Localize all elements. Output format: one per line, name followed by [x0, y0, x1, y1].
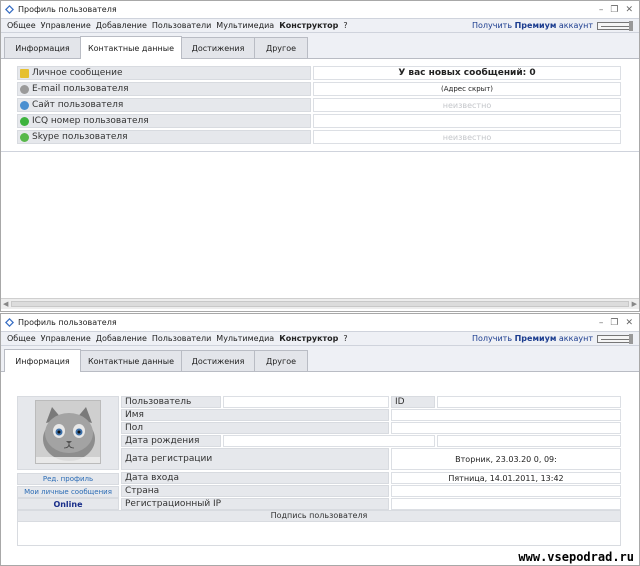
value-name	[391, 409, 621, 421]
zoom-slider[interactable]	[597, 333, 633, 344]
menu-item-users[interactable]: Пользователи	[152, 334, 211, 343]
value-gender	[391, 422, 621, 434]
contact-row-email: E-mail пользователя (Адрес скрыт)	[17, 82, 621, 96]
message-value: У вас новых сообщений: 0	[313, 66, 621, 80]
tab-info[interactable]: Информация	[4, 349, 81, 372]
label-birthday: Дата рождения	[121, 435, 221, 447]
restore-icon[interactable]: ❐	[610, 318, 618, 328]
watermark: www.vsepodrad.ru	[518, 550, 634, 564]
menu-item-help[interactable]: ?	[343, 21, 347, 30]
contact-row-skype: Skype пользователя неизвестно	[17, 130, 621, 144]
menu-item-constructor[interactable]: Конструктор	[279, 334, 338, 343]
window-title: Профиль пользователя	[18, 318, 117, 327]
envelope-icon	[20, 68, 29, 78]
premium-link[interactable]: Получить Премиум аккаунт	[472, 334, 593, 343]
menu-item-multimedia[interactable]: Мультимедиа	[216, 21, 274, 30]
app-logo-icon	[5, 5, 14, 14]
close-icon[interactable]: ✕	[625, 318, 633, 328]
title-bar: Профиль пользователя – ❐ ✕	[1, 1, 639, 18]
signature-header: Подпись пользователя	[18, 511, 620, 522]
tab-achievements[interactable]: Достижения	[181, 37, 255, 58]
menu-bar: Общее Управление Добавление Пользователи…	[1, 18, 639, 33]
close-icon[interactable]: ✕	[625, 5, 633, 15]
scrollbar-thumb[interactable]	[11, 301, 629, 307]
menu-item-users[interactable]: Пользователи	[152, 21, 211, 30]
restore-icon[interactable]: ❐	[610, 5, 618, 15]
tab-achievements[interactable]: Достижения	[181, 350, 255, 371]
value-birthday	[223, 435, 435, 447]
value-reg-date: Вторник, 23.03.20 0, 09:	[391, 448, 621, 470]
email-icon	[20, 84, 29, 94]
label-id: ID	[391, 396, 435, 408]
label-name: Имя	[121, 409, 389, 421]
contact-row-message: Личное сообщение У вас новых сообщений: …	[17, 66, 621, 80]
online-status: Online	[17, 498, 119, 510]
value-id	[437, 396, 621, 408]
icq-value	[313, 114, 621, 128]
menu-item-general[interactable]: Общее	[7, 21, 36, 30]
menu-item-manage[interactable]: Управление	[41, 21, 91, 30]
my-messages-link[interactable]: Мои личные сообщения	[17, 486, 119, 498]
menu-item-add[interactable]: Добавление	[96, 334, 147, 343]
value-country	[391, 485, 621, 497]
icq-flower-icon	[20, 116, 29, 126]
window-title: Профиль пользователя	[18, 5, 117, 14]
site-value: неизвестно	[313, 98, 621, 112]
menu-bar: Общее Управление Добавление Пользователи…	[1, 331, 639, 346]
tab-bar: Информация Контактные данные Достижения …	[1, 346, 639, 372]
menu-item-help[interactable]: ?	[343, 334, 347, 343]
divider	[1, 151, 639, 152]
signature-box: Подпись пользователя	[17, 510, 621, 546]
menu-item-add[interactable]: Добавление	[96, 21, 147, 30]
value-birthday-extra	[437, 435, 621, 447]
globe-icon	[20, 100, 29, 110]
value-user	[223, 396, 389, 408]
tab-bar: Информация Контактные данные Достижения …	[1, 33, 639, 59]
contact-row-icq: ICQ номер пользователя	[17, 114, 621, 128]
skype-value: неизвестно	[313, 130, 621, 144]
minimize-icon[interactable]: –	[599, 318, 604, 328]
tab-info[interactable]: Информация	[4, 37, 81, 58]
edit-profile-link[interactable]: Ред. профиль	[17, 473, 119, 485]
label-user: Пользователь	[121, 396, 221, 408]
skype-icon	[20, 132, 29, 142]
avatar	[35, 400, 101, 464]
tab-contacts[interactable]: Контактные данные	[80, 350, 182, 371]
premium-link[interactable]: Получить Премиум аккаунт	[472, 21, 593, 30]
value-reg-ip	[391, 498, 621, 510]
label-gender: Пол	[121, 422, 389, 434]
label-reg-date: Дата регистрации	[121, 448, 389, 470]
tab-other[interactable]: Другое	[254, 350, 308, 371]
zoom-slider[interactable]	[597, 20, 633, 31]
scroll-right-icon[interactable]: ▶	[632, 300, 637, 308]
menu-item-manage[interactable]: Управление	[41, 334, 91, 343]
profile-card: Ред. профиль Мои личные сообщения Online…	[17, 396, 621, 546]
label-reg-ip: Регистрационный IP	[121, 498, 389, 510]
tab-other[interactable]: Другое	[254, 37, 308, 58]
label-country: Страна	[121, 485, 389, 497]
menu-item-multimedia[interactable]: Мультимедиа	[216, 334, 274, 343]
value-login-date: Пятница, 14.01.2011, 13:42	[391, 472, 621, 484]
title-bar: Профиль пользователя – ❐ ✕	[1, 314, 639, 331]
scroll-left-icon[interactable]: ◀	[3, 300, 8, 308]
email-value: (Адрес скрыт)	[313, 82, 621, 96]
app-logo-icon	[5, 318, 14, 327]
contact-row-site: Сайт пользователя неизвестно	[17, 98, 621, 112]
minimize-icon[interactable]: –	[599, 5, 604, 15]
profile-window-contacts: Профиль пользователя – ❐ ✕ Общее Управле…	[0, 0, 640, 312]
cat-avatar-image	[36, 401, 100, 463]
menu-item-constructor[interactable]: Конструктор	[279, 21, 338, 30]
profile-window-info: Профиль пользователя – ❐ ✕ Общее Управле…	[0, 313, 640, 566]
label-login-date: Дата входа	[121, 472, 389, 484]
menu-item-general[interactable]: Общее	[7, 334, 36, 343]
contacts-panel: Личное сообщение У вас новых сообщений: …	[1, 59, 639, 277]
tab-contacts[interactable]: Контактные данные	[80, 36, 182, 59]
horizontal-scrollbar[interactable]: ◀ ▶	[1, 298, 639, 309]
